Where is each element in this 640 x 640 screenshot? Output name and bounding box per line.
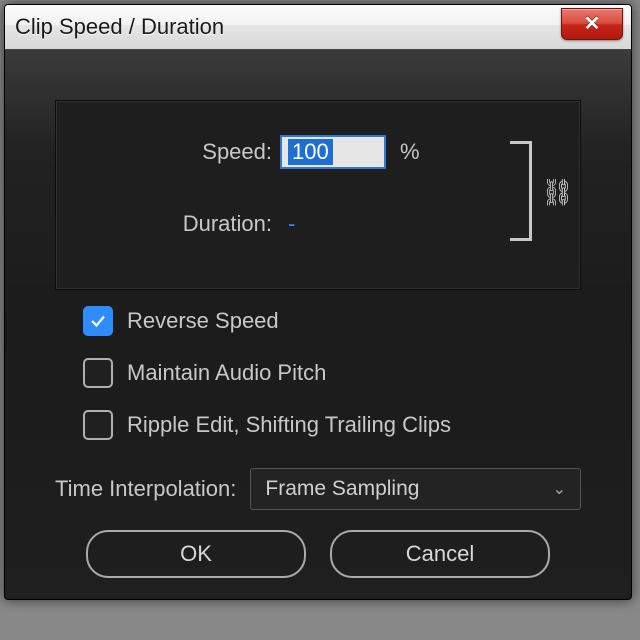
duration-row: Duration: - [56,211,580,237]
cancel-button[interactable]: Cancel [330,530,550,578]
time-interpolation-row: Time Interpolation: Frame Sampling ⌄ [55,468,581,510]
speed-input[interactable]: 100 [280,135,386,169]
dialog-body: Speed: 100 % Duration: - ⛓ [5,49,631,599]
maintain-pitch-checkbox[interactable]: Maintain Audio Pitch [83,358,581,388]
close-button[interactable]: ✕ [561,8,623,40]
dialog-window: Clip Speed / Duration ✕ Speed: 100 % Dur… [4,4,632,600]
ripple-edit-label: Ripple Edit, Shifting Trailing Clips [127,412,451,438]
speed-value: 100 [288,139,333,165]
time-interpolation-label: Time Interpolation: [55,476,236,502]
checkbox-box [83,410,113,440]
link-icon[interactable]: ⛓ [541,179,574,205]
time-interpolation-value: Frame Sampling [265,477,419,501]
ok-button[interactable]: OK [86,530,306,578]
close-icon: ✕ [584,14,601,34]
window-title: Clip Speed / Duration [15,14,224,40]
checkbox-box [83,306,113,336]
titlebar: Clip Speed / Duration ✕ [5,5,631,50]
speed-duration-panel: Speed: 100 % Duration: - ⛓ [55,100,581,290]
time-interpolation-dropdown[interactable]: Frame Sampling ⌄ [250,468,581,510]
duration-value[interactable]: - [280,211,295,237]
checkbox-box [83,358,113,388]
link-bracket [510,141,538,241]
speed-row: Speed: 100 % [56,135,580,169]
chevron-down-icon: ⌄ [553,479,566,499]
checkmark-icon [89,312,107,330]
button-row: OK Cancel [5,530,631,578]
speed-label: Speed: [56,139,280,165]
ripple-edit-checkbox[interactable]: Ripple Edit, Shifting Trailing Clips [83,410,581,440]
duration-label: Duration: [56,211,280,237]
checkbox-group: Reverse Speed Maintain Audio Pitch Rippl… [83,306,581,462]
maintain-pitch-label: Maintain Audio Pitch [127,360,326,386]
speed-unit: % [400,139,420,165]
reverse-speed-label: Reverse Speed [127,308,279,334]
reverse-speed-checkbox[interactable]: Reverse Speed [83,306,581,336]
